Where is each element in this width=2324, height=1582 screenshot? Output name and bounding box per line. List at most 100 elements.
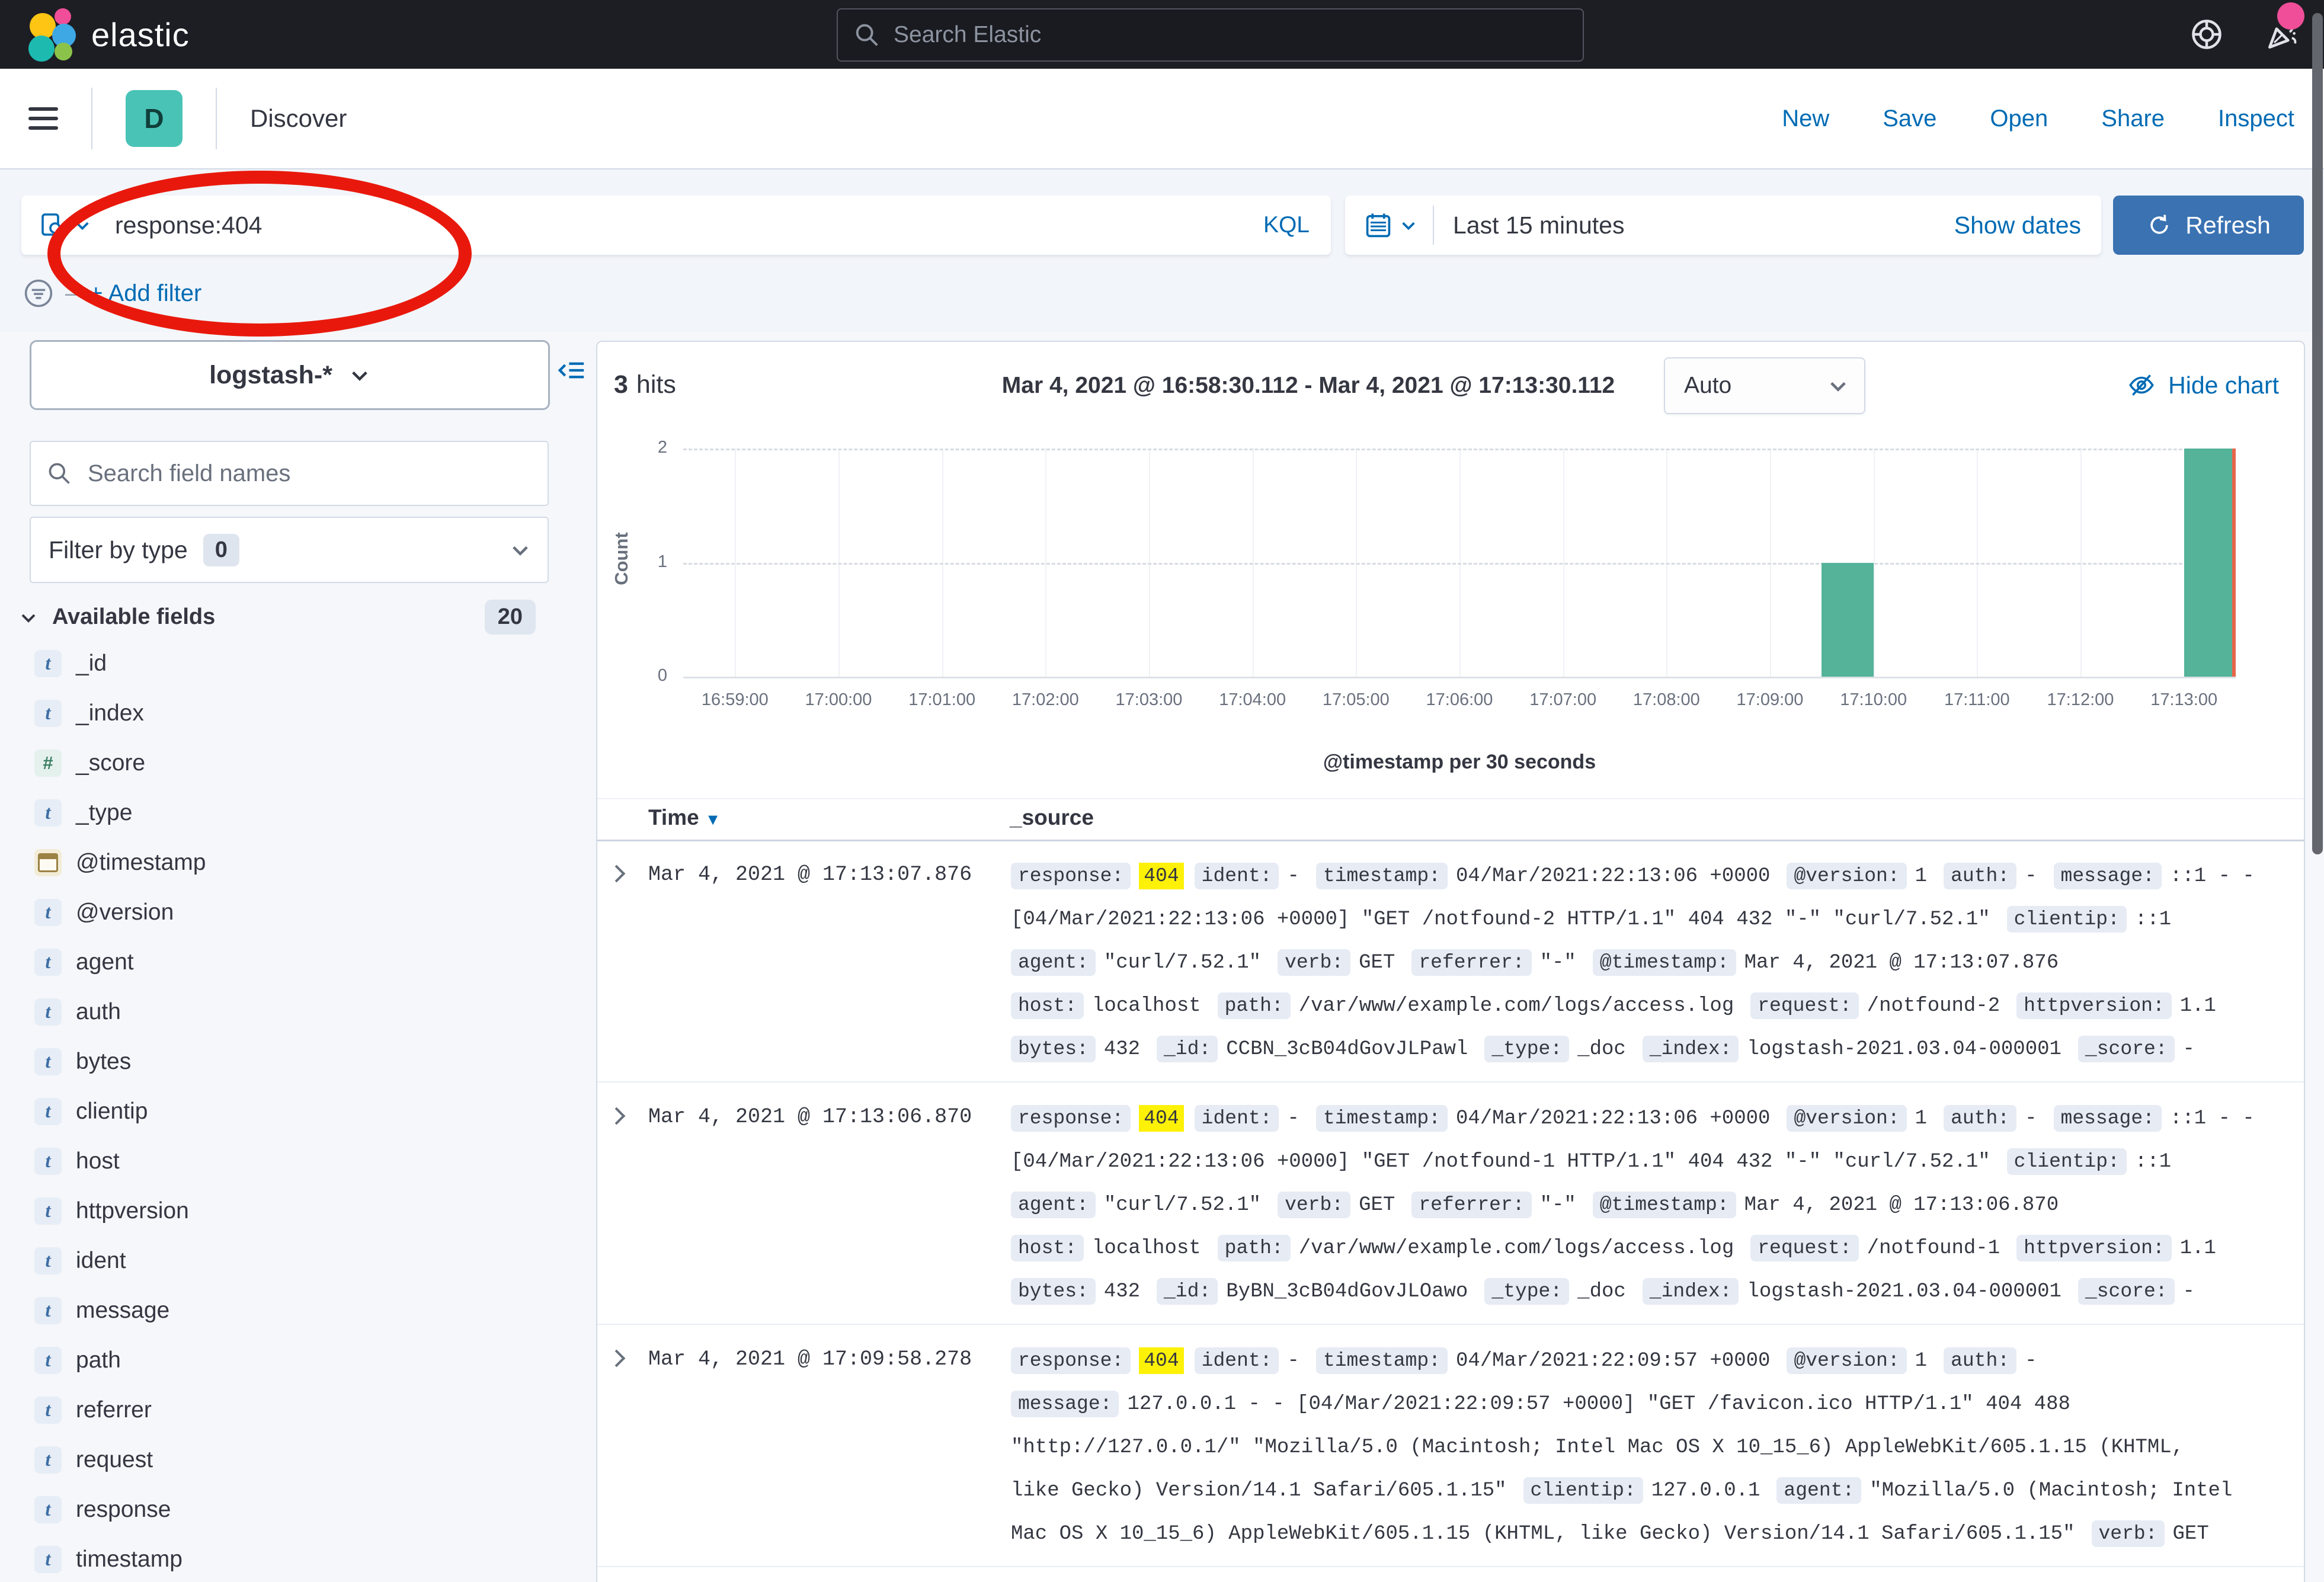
nav-action-share[interactable]: Share [2101,105,2165,132]
field-name: host [76,1148,120,1174]
interval-select[interactable]: Auto [1664,357,1865,414]
source-field-key: ident: [1195,1105,1279,1132]
histogram-bar[interactable] [1822,563,1873,677]
query-bar-section: response:404 KQL Last 15 minutes Show da… [0,169,2324,332]
query-input[interactable]: response:404 KQL [21,196,1331,255]
field-item-path[interactable]: tpath [0,1336,589,1385]
divider [1433,206,1434,245]
index-pattern-switcher[interactable]: logstash-* [30,340,550,410]
text-field-icon: t [34,1098,62,1125]
elastic-brand[interactable]: elastic [21,6,190,63]
field-item-bytes[interactable]: tbytes [0,1037,589,1087]
field-item-referrer[interactable]: treferrer [0,1385,589,1435]
field-item-agent[interactable]: tagent [0,937,589,987]
expand-row-button[interactable] [597,854,648,1071]
source-field-key: bytes: [1011,1278,1096,1305]
source-field-value: logstash-2021.03.04-000001 [1747,1280,2061,1303]
source-field-key: auth: [1944,1347,2016,1374]
source-field-value: 04/Mar/2021:22:13:06 +0000 [1456,865,1771,888]
filter-icon[interactable] [23,277,55,309]
saved-query-icon[interactable] [38,211,91,239]
add-filter-button[interactable]: + Add filter [89,280,201,307]
source-field-key: agent: [1011,1192,1096,1218]
time-column-header[interactable]: Time▼ [648,805,721,830]
nav-action-new[interactable]: New [1782,105,1829,132]
source-field-key: @version: [1787,863,1906,889]
available-fields-header[interactable]: Available fields 20 [19,600,550,635]
nav-action-open[interactable]: Open [1990,105,2048,132]
field-name: clientip [76,1099,148,1125]
chevron-down-icon [73,216,91,234]
global-search-input[interactable] [892,21,1428,49]
discover-app-badge[interactable]: D [126,90,183,147]
text-field-icon: t [34,1148,62,1175]
field-item-_index[interactable]: t_index [0,688,589,738]
date-field-icon [34,849,62,876]
nav-action-save[interactable]: Save [1883,105,1936,132]
filter-by-type-dropdown[interactable]: Filter by type 0 [30,517,549,583]
source-field-key: referrer: [1411,1192,1531,1218]
time-range-value[interactable]: Last 15 minutes [1453,212,1624,239]
source-field-value: ::1 [2135,1151,2171,1173]
source-field-value: CCBN_3cB04dGovJLPawl [1226,1038,1468,1061]
refresh-button[interactable]: Refresh [2113,196,2304,255]
doc-table-row: Mar 4, 2021 @ 17:13:07.876response:404id… [597,840,2304,1083]
field-item-auth[interactable]: tauth [0,987,589,1037]
source-column-header: _source [1010,805,1094,830]
expand-row-button[interactable] [597,1097,648,1313]
source-field-key: _id: [1157,1278,1218,1305]
source-field-key: bytes: [1011,1036,1096,1062]
source-field-value: 432 [1104,1038,1140,1061]
calendar-icon[interactable] [1363,210,1394,241]
field-item-_id[interactable]: t_id [0,639,589,688]
query-language-button[interactable]: KQL [1263,212,1310,238]
menu-hamburger-icon[interactable] [28,107,58,130]
highlighted-value: 404 [1139,863,1183,889]
field-item-timestamp[interactable]: ttimestamp [0,1535,589,1582]
field-item-clientip[interactable]: t clientip [0,1087,589,1136]
query-text[interactable]: response:404 [115,212,262,239]
text-field-icon: t [34,1297,62,1324]
field-item-httpversion[interactable]: thttpversion [0,1186,589,1236]
field-name: @version [76,899,174,925]
source-field-key: path: [1218,992,1291,1019]
source-field-value: 04/Mar/2021:22:13:06 +0000 [1456,1107,1771,1130]
hide-chart-button[interactable]: Hide chart [2127,370,2279,400]
source-field-value: - [2025,1107,2037,1130]
field-search-input[interactable] [87,460,492,488]
doc-table-body: Mar 4, 2021 @ 17:13:07.876response:404id… [597,840,2304,1567]
date-picker[interactable]: Last 15 minutes Show dates [1345,196,2101,255]
field-item-host[interactable]: thost [0,1136,589,1186]
source-field-key: request: [1750,1235,1858,1261]
collapse-sidebar-icon[interactable] [556,354,588,389]
show-dates-button[interactable]: Show dates [1954,212,2081,239]
text-field-icon: t [34,899,62,926]
global-search-box[interactable] [837,8,1584,62]
expand-row-button[interactable] [597,1339,648,1555]
histogram-bar[interactable] [2184,449,2236,677]
chevron-down-icon [510,539,531,561]
field-item-request[interactable]: trequest [0,1435,589,1485]
field-item-@version[interactable]: t @version [0,888,589,937]
source-field-value: /var/www/example.com/logs/access.log [1299,1237,1734,1260]
x-tick-label: 17:10:00 [1826,690,1921,710]
source-field-key: timestamp: [1316,1105,1448,1132]
field-item-ident[interactable]: tident [0,1236,589,1286]
field-item-message[interactable]: tmessage [0,1286,589,1336]
x-tick-label: 17:13:00 [2137,690,2232,710]
x-tick-label: 17:12:00 [2033,690,2128,710]
x-tick-label: 17:07:00 [1516,690,1611,710]
page-scrollbar-thumb[interactable] [2312,13,2323,854]
help-icon[interactable] [2189,17,2224,52]
field-item-@timestamp[interactable]: @timestamp [0,838,589,888]
nav-action-inspect[interactable]: Inspect [2218,105,2294,132]
source-field-value: 1.1 [2180,1237,2216,1260]
source-field-value: 1 [1915,1350,1927,1372]
sort-desc-icon: ▼ [705,811,721,828]
source-field-value: [04/Mar/2021:22:13:06 +0000] "GET /notfo… [1011,908,1990,931]
field-item-_type[interactable]: t_type [0,788,589,838]
field-item-response[interactable]: tresponse [0,1485,589,1535]
nav-actions: New Save Open Share Inspect [1782,105,2294,132]
field-search-box[interactable] [30,441,549,506]
field-item-_score[interactable]: #_score [0,738,589,788]
